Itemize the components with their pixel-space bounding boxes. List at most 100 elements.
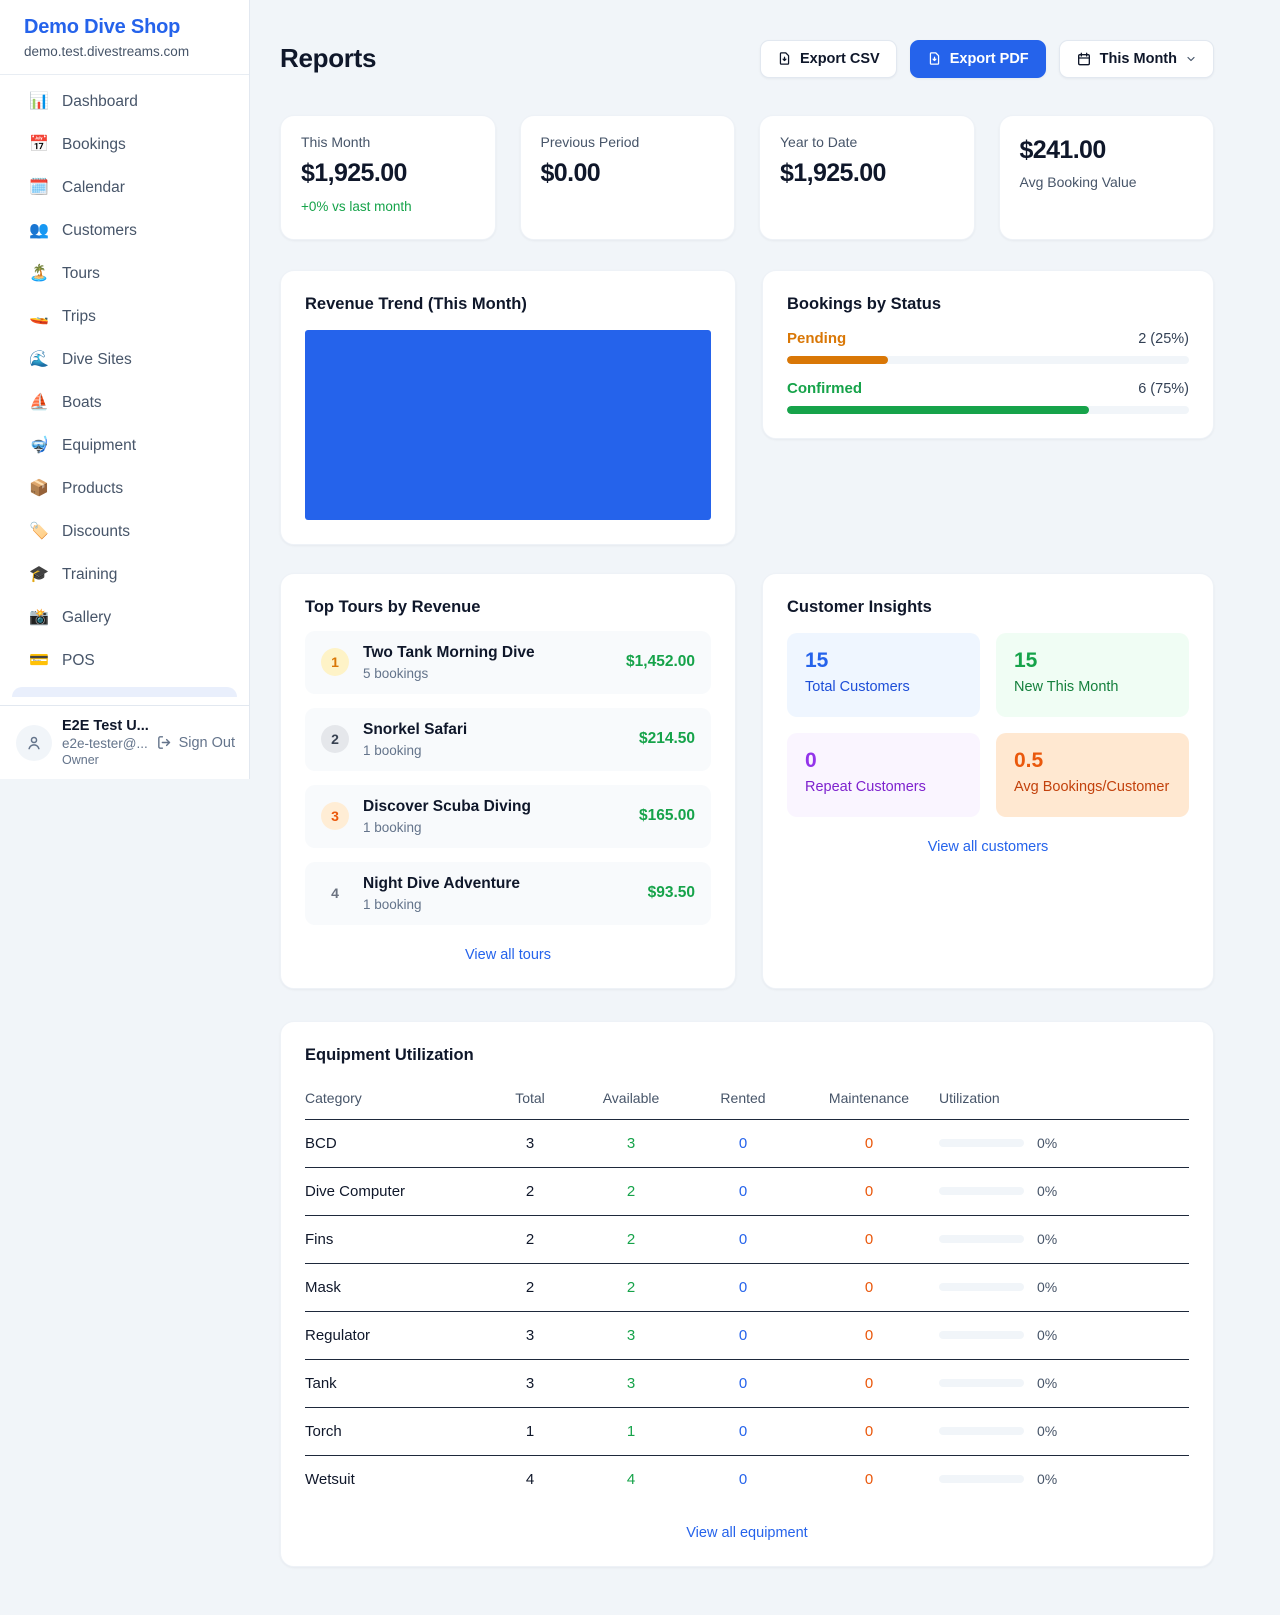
equipment-total: 4	[485, 1455, 575, 1503]
equipment-row: Mask 2 2 0 0 0%	[305, 1263, 1189, 1311]
stat-value: $0.00	[541, 159, 715, 188]
page-header: Reports Export CSV Export PDF	[280, 26, 1214, 92]
sign-out-button[interactable]: Sign Out	[156, 734, 235, 751]
sidebar-item-label: Products	[62, 480, 123, 498]
equipment-row: Wetsuit 4 4 0 0 0%	[305, 1455, 1189, 1503]
stat-value: $1,925.00	[301, 159, 475, 188]
sidebar-item-label: Equipment	[62, 437, 136, 455]
sidebar-item-calendar[interactable]: 🗓️ Calendar	[12, 171, 237, 205]
tour-name: Discover Scuba Diving	[363, 798, 531, 816]
sidebar-item-label: Bookings	[62, 136, 126, 154]
sidebar-item-training[interactable]: 🎓 Training	[12, 558, 237, 592]
file-download-icon	[927, 51, 942, 66]
tour-name: Two Tank Morning Dive	[363, 644, 535, 662]
top-tours-card: Top Tours by Revenue 1 Two Tank Morning …	[280, 573, 736, 989]
utilization-bar	[939, 1331, 1024, 1339]
revenue-trend-title: Revenue Trend (This Month)	[305, 295, 711, 314]
sidebar-item-label: Training	[62, 566, 117, 584]
main-content: Reports Export CSV Export PDF	[250, 0, 1280, 1615]
customer-insights-card: Customer Insights 15 Total Customers 15 …	[762, 573, 1214, 989]
tour-amount: $1,452.00	[626, 653, 695, 671]
utilization-bar	[939, 1235, 1024, 1243]
tour-info: Night Dive Adventure 1 booking	[363, 875, 520, 912]
equipment-available: 2	[575, 1215, 687, 1263]
column-header: Total	[485, 1082, 575, 1120]
equipment-category: Mask	[305, 1263, 485, 1311]
equipment-maintenance: 0	[799, 1215, 939, 1263]
sidebar-item-dashboard[interactable]: 📊 Dashboard	[12, 85, 237, 119]
tour-bookings: 1 booking	[363, 743, 467, 758]
view-all-equipment-link[interactable]: View all equipment	[305, 1524, 1189, 1542]
view-all-tours-link[interactable]: View all tours	[305, 946, 711, 964]
status-label: Pending	[787, 330, 846, 347]
tour-amount: $214.50	[639, 730, 695, 748]
equipment-total: 3	[485, 1359, 575, 1407]
tile-label: Repeat Customers	[805, 779, 962, 795]
rank-badge: 1	[321, 648, 349, 676]
tile-total-customers: 15 Total Customers	[787, 633, 980, 717]
tile-label: Avg Bookings/Customer	[1014, 779, 1171, 795]
app-root: Demo Dive Shop demo.test.divestreams.com…	[0, 0, 1280, 1615]
sidebar-item-reports-partial[interactable]	[12, 687, 237, 697]
export-pdf-button[interactable]: Export PDF	[910, 40, 1046, 78]
sidebar: Demo Dive Shop demo.test.divestreams.com…	[0, 0, 250, 779]
rank-badge: 2	[321, 725, 349, 753]
sidebar-item-trips[interactable]: 🚤 Trips	[12, 300, 237, 334]
sidebar-item-boats[interactable]: ⛵ Boats	[12, 386, 237, 420]
tour-row: 3 Discover Scuba Diving 1 booking $165.0…	[305, 785, 711, 848]
brand-name[interactable]: Demo Dive Shop	[24, 16, 225, 39]
sidebar-item-tours[interactable]: 🏝️ Tours	[12, 257, 237, 291]
period-dropdown[interactable]: This Month	[1059, 40, 1214, 78]
revenue-trend-card: Revenue Trend (This Month)	[280, 270, 736, 545]
equipment-total: 2	[485, 1215, 575, 1263]
equipment-rented: 0	[687, 1119, 799, 1167]
utilization-cell: 0%	[939, 1327, 1189, 1343]
equipment-available: 2	[575, 1167, 687, 1215]
charts-row: Revenue Trend (This Month) Bookings by S…	[280, 270, 1214, 545]
equipment-utilization-title: Equipment Utilization	[305, 1046, 1189, 1065]
sidebar-item-discounts[interactable]: 🏷️ Discounts	[12, 515, 237, 549]
equipment-total: 2	[485, 1263, 575, 1311]
utilization-cell: 0%	[939, 1423, 1189, 1439]
equipment-rented: 0	[687, 1215, 799, 1263]
tile-repeat-customers: 0 Repeat Customers	[787, 733, 980, 817]
sidebar-item-products[interactable]: 📦 Products	[12, 472, 237, 506]
utilization-cell: 0%	[939, 1279, 1189, 1295]
equipment-category: Torch	[305, 1407, 485, 1455]
sidebar-item-pos[interactable]: 💳 POS	[12, 644, 237, 678]
mid-row: Top Tours by Revenue 1 Two Tank Morning …	[280, 573, 1214, 989]
sidebar-item-label: POS	[62, 652, 95, 670]
tile-value: 15	[1014, 649, 1171, 673]
status-value: 6 (75%)	[1138, 381, 1189, 397]
utilization-percent: 0%	[1037, 1231, 1057, 1247]
equipment-rented: 0	[687, 1167, 799, 1215]
stat-card-avg-booking-value: $241.00 Avg Booking Value	[999, 115, 1215, 240]
sidebar-item-dive-sites[interactable]: 🌊 Dive Sites	[12, 343, 237, 377]
tour-bookings: 1 booking	[363, 820, 531, 835]
tile-label: New This Month	[1014, 679, 1171, 695]
equipment-rented: 0	[687, 1455, 799, 1503]
sidebar-item-gallery[interactable]: 📸 Gallery	[12, 601, 237, 635]
view-all-customers-link[interactable]: View all customers	[787, 838, 1189, 856]
sidebar-item-bookings[interactable]: 📅 Bookings	[12, 128, 237, 162]
sidebar-item-label: Trips	[62, 308, 96, 326]
sidebar-item-label: Calendar	[62, 179, 125, 197]
tour-name: Night Dive Adventure	[363, 875, 520, 893]
sailboat-icon: ⛵	[28, 395, 50, 411]
tile-value: 0.5	[1014, 749, 1171, 773]
export-csv-button[interactable]: Export CSV	[760, 40, 897, 78]
equipment-row: Dive Computer 2 2 0 0 0%	[305, 1167, 1189, 1215]
sidebar-nav: 📊 Dashboard 📅 Bookings 🗓️ Calendar 👥 Cus…	[0, 75, 249, 697]
sidebar-item-equipment[interactable]: 🤿 Equipment	[12, 429, 237, 463]
speedboat-icon: 🚤	[28, 309, 50, 325]
sidebar-item-customers[interactable]: 👥 Customers	[12, 214, 237, 248]
insight-tiles: 15 Total Customers 15 New This Month 0 R…	[787, 633, 1189, 817]
stat-value: $1,925.00	[780, 159, 954, 188]
tour-row: 4 Night Dive Adventure 1 booking $93.50	[305, 862, 711, 925]
column-header: Maintenance	[799, 1082, 939, 1120]
status-bar-confirmed	[787, 406, 1189, 414]
user-role: Owner	[62, 753, 146, 767]
calendar-icon	[1076, 51, 1092, 67]
sign-out-label: Sign Out	[179, 735, 235, 751]
equipment-maintenance: 0	[799, 1359, 939, 1407]
